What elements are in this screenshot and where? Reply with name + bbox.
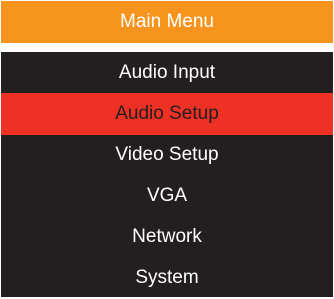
menu-item-label: System	[135, 267, 199, 288]
menu-item-label: Audio Setup	[115, 103, 219, 124]
main-menu: Main Menu Audio Input Audio Setup Video …	[0, 0, 334, 297]
menu-item-label: Video Setup	[115, 144, 219, 165]
menu-header: Main Menu	[1, 1, 333, 43]
menu-item-vga[interactable]: VGA	[1, 175, 333, 217]
menu-item-network[interactable]: Network	[1, 216, 333, 258]
menu-title: Main Menu	[120, 11, 214, 32]
menu-item-label: Audio Input	[118, 62, 216, 83]
menu-item-system[interactable]: System	[1, 257, 333, 299]
menu-item-label: VGA	[146, 185, 188, 206]
menu-item-audio-input[interactable]: Audio Input	[1, 52, 333, 94]
menu-item-label: Network	[132, 226, 202, 247]
menu-item-audio-setup[interactable]: Audio Setup	[1, 93, 333, 135]
menu-list: Audio Input Audio Setup Video Setup VGA …	[1, 52, 333, 297]
menu-item-video-setup[interactable]: Video Setup	[1, 134, 333, 176]
